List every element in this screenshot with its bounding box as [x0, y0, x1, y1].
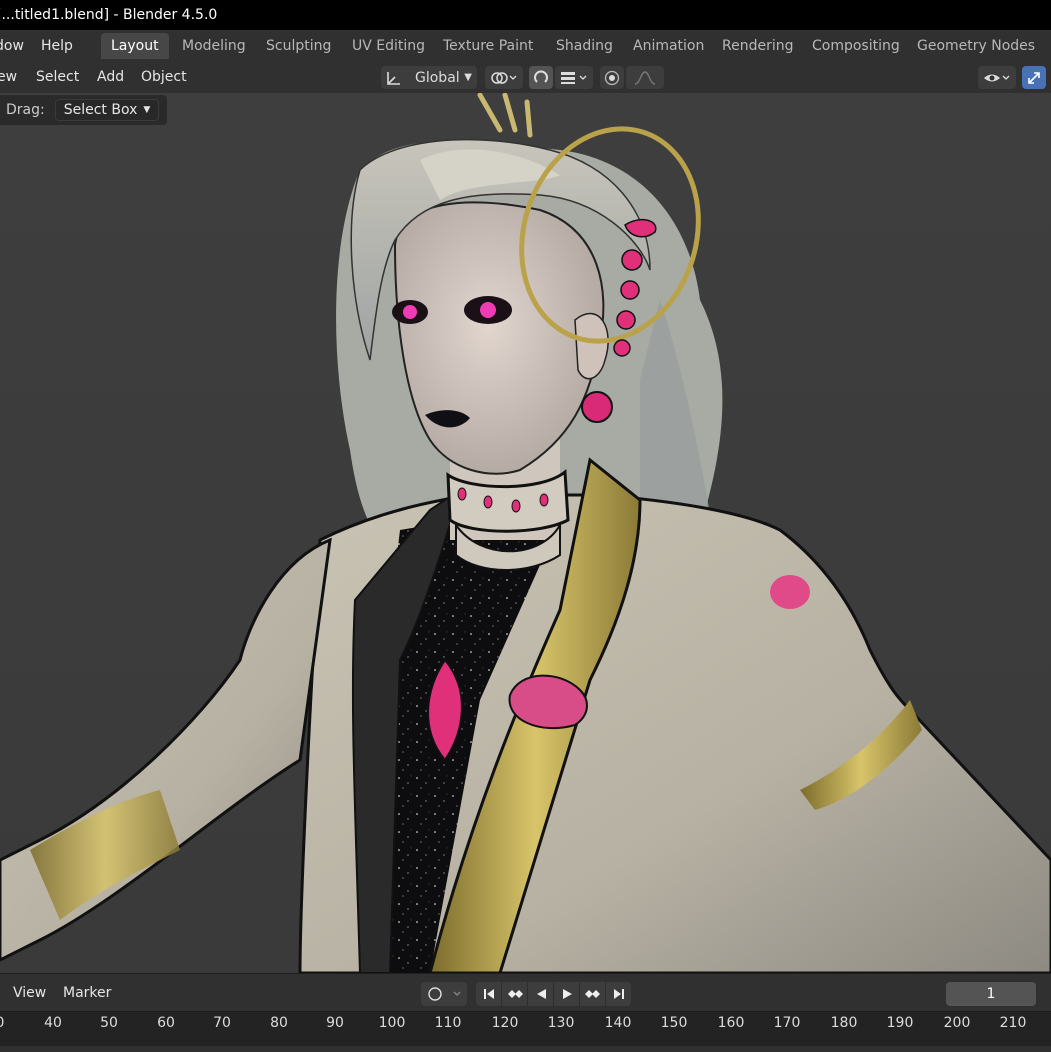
drag-label: Drag:	[6, 102, 45, 118]
tab-compositing[interactable]: Compositing	[802, 33, 910, 59]
ruler-tick: 70	[213, 1015, 231, 1031]
ruler-tick: 130	[547, 1015, 575, 1031]
proportional-editing-toggle[interactable]	[600, 66, 624, 89]
prev-keyframe-icon[interactable]	[502, 982, 528, 1006]
ruler-tick: 40	[44, 1015, 62, 1031]
tab-shading[interactable]: Shading	[546, 33, 623, 59]
ruler-tick: 100	[378, 1015, 406, 1031]
jump-start-icon[interactable]	[476, 982, 502, 1006]
ruler-tick: 180	[830, 1015, 858, 1031]
chevron-down-icon: ▼	[143, 105, 151, 115]
tab-layout[interactable]: Layout	[101, 33, 169, 59]
ruler-tick: 190	[886, 1015, 914, 1031]
transform-orientation-dropdown[interactable]: Global ▼	[381, 66, 477, 89]
ruler-tick: 90	[326, 1015, 344, 1031]
tab-geometry-nodes[interactable]: Geometry Nodes	[907, 33, 1045, 59]
snap-icon	[534, 70, 548, 83]
menu-select[interactable]: Select	[36, 62, 79, 93]
tab-sculpting[interactable]: Sculpting	[256, 33, 341, 59]
ruler-tick: 80	[270, 1015, 288, 1031]
proportional-falloff-dropdown[interactable]	[626, 66, 664, 89]
record-icon	[428, 987, 461, 1001]
ruler-tick: 50	[100, 1015, 118, 1031]
play-reverse-icon[interactable]	[528, 982, 554, 1006]
tool-settings-panel: Drag: Select Box ▼	[0, 95, 168, 125]
top-bar: dow Help Layout Modeling Sculpting UV Ed…	[0, 30, 1051, 62]
falloff-icon	[634, 70, 656, 85]
menu-add[interactable]: Add	[97, 62, 124, 93]
playback-controls	[476, 982, 631, 1006]
jump-end-icon[interactable]	[606, 982, 631, 1006]
ruler-track	[0, 1046, 1051, 1052]
menu-help[interactable]: Help	[41, 30, 73, 62]
ruler-tick: 110	[434, 1015, 462, 1031]
ruler-tick: 150	[660, 1015, 688, 1031]
3d-viewport[interactable]: Drag: Select Box ▼	[0, 93, 1051, 973]
orientation-label: Global	[415, 69, 460, 86]
ruler-tick: 170	[773, 1015, 801, 1031]
snap-increment-icon	[561, 71, 587, 84]
tab-modeling[interactable]: Modeling	[172, 33, 256, 59]
timeline-menu-marker[interactable]: Marker	[63, 974, 111, 1012]
next-keyframe-icon[interactable]	[580, 982, 606, 1006]
tab-uv-editing[interactable]: UV Editing	[342, 33, 435, 59]
snap-target-dropdown[interactable]	[555, 66, 593, 89]
window-titlebar: [...titled1.blend] - Blender 4.5.0	[0, 0, 1051, 30]
proportional-icon	[604, 70, 620, 85]
window-title: [...titled1.blend] - Blender 4.5.0	[0, 7, 218, 23]
ruler-tick: 140	[604, 1015, 632, 1031]
tab-animation[interactable]: Animation	[623, 33, 714, 59]
viewport-visibility-dropdown[interactable]	[978, 66, 1016, 89]
ruler-tick: 200	[943, 1015, 971, 1031]
ruler-tick: 0	[0, 1015, 4, 1031]
timeline-header: View Marker 1	[0, 973, 1051, 1012]
gizmo-toggle[interactable]	[1022, 66, 1046, 89]
menu-window[interactable]: dow	[0, 30, 24, 62]
ruler-tick: 160	[717, 1015, 745, 1031]
ruler-tick: 60	[157, 1015, 175, 1031]
play-icon[interactable]	[554, 982, 580, 1006]
snap-toggle[interactable]	[529, 66, 553, 89]
tab-texture-paint[interactable]: Texture Paint	[433, 33, 543, 59]
ruler-tick: 210	[999, 1015, 1027, 1031]
menu-view[interactable]: ew	[0, 62, 17, 93]
orientation-icon	[387, 71, 400, 85]
ruler-tick: 120	[491, 1015, 519, 1031]
visibility-icon	[984, 74, 1010, 81]
timeline-menu-view[interactable]: View	[13, 974, 46, 1012]
drag-mode-value: Select Box	[63, 102, 138, 118]
tab-rendering[interactable]: Rendering	[712, 33, 804, 59]
drag-mode-dropdown[interactable]: Select Box ▼	[54, 99, 160, 121]
timeline-ruler[interactable]: 0 40 50 60 70 80 90 100 110 120 130 140 …	[0, 1011, 1051, 1052]
current-frame-field[interactable]: 1	[946, 982, 1036, 1006]
pivot-icon	[491, 71, 517, 84]
pivot-point-dropdown[interactable]	[485, 66, 523, 89]
character-render	[0, 93, 1051, 973]
chevron-down-icon: ▼	[464, 72, 472, 83]
auto-keying-dropdown[interactable]	[421, 982, 467, 1006]
gizmo-icon	[1028, 71, 1040, 84]
viewport-header: ew Select Add Object Global ▼	[0, 62, 1051, 93]
menu-object[interactable]: Object	[141, 62, 187, 93]
